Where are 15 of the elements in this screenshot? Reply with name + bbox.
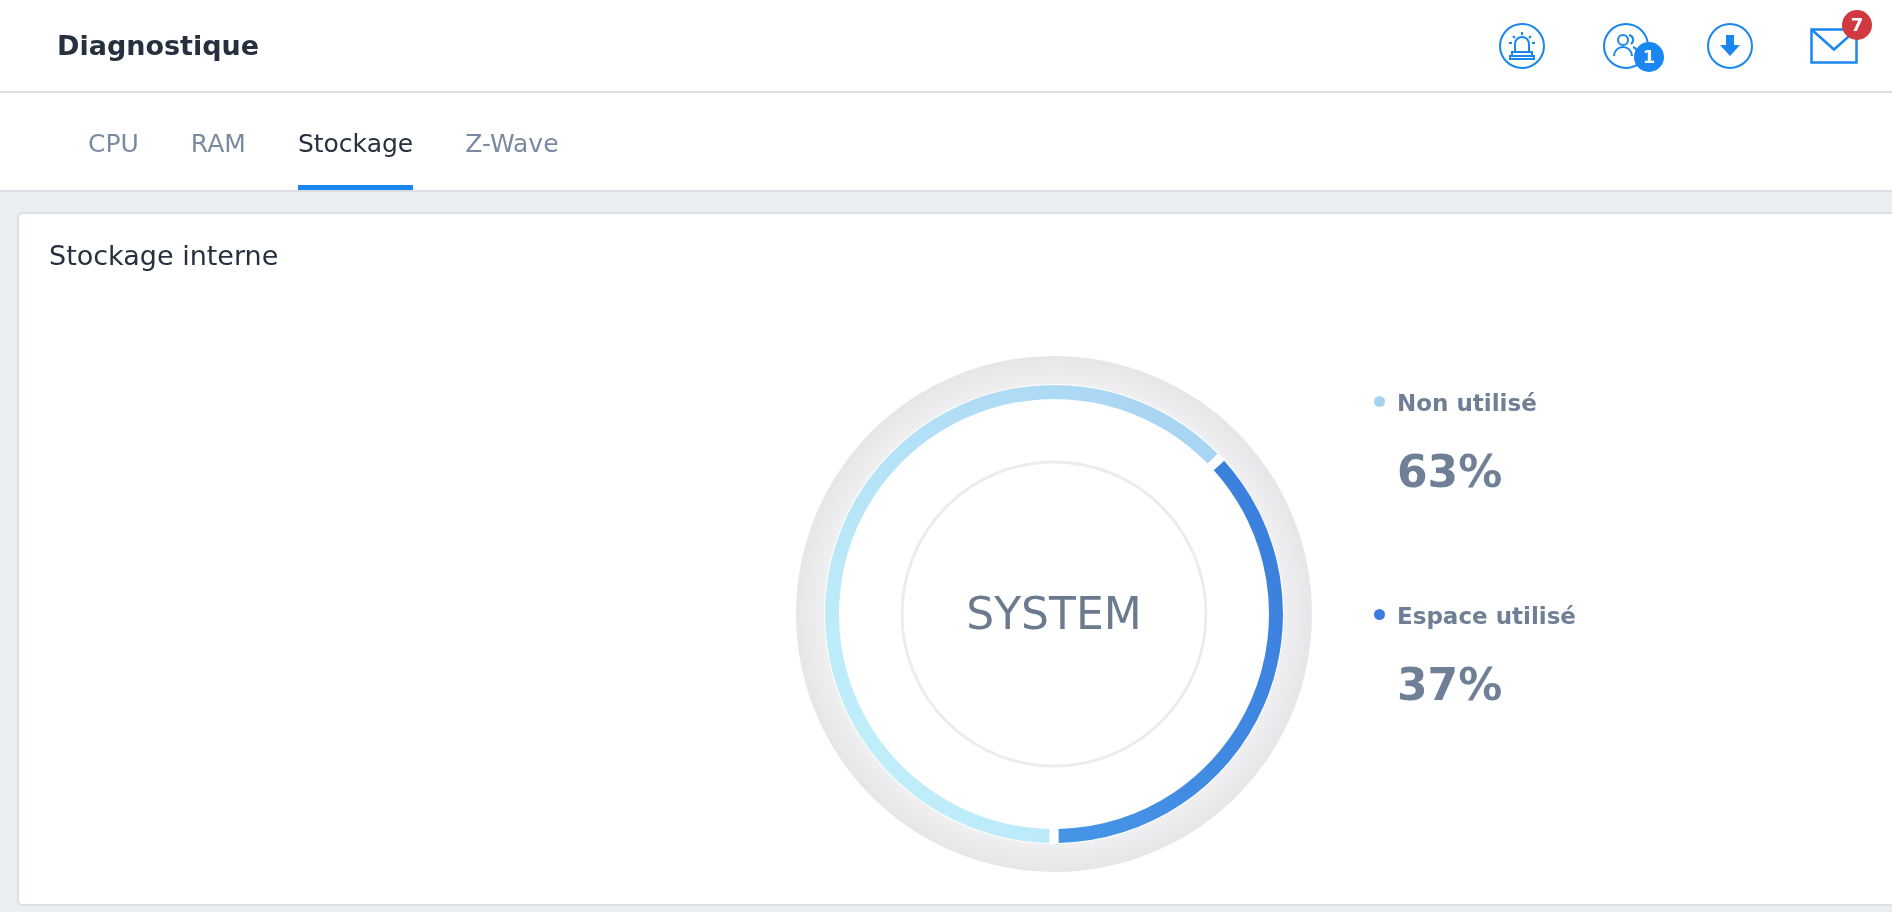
legend-percentage: 63% <box>1396 446 1504 497</box>
tab[interactable]: RAM <box>190 129 246 190</box>
card-title: Stockage interne <box>48 239 280 271</box>
legend-percentage: 37% <box>1396 659 1504 710</box>
tab[interactable]: Z-Wave <box>465 129 559 190</box>
page-title: Diagnostique <box>57 30 260 61</box>
legend-label: Non utilisé <box>1397 390 1537 416</box>
count-badge: 1 <box>1634 41 1664 72</box>
alarm-light-icon[interactable] <box>1498 21 1546 70</box>
tab[interactable]: Stockage <box>297 129 414 190</box>
legend-label: Espace utilisé <box>1397 603 1576 629</box>
download-icon[interactable] <box>1706 21 1754 70</box>
donut-center-label: SYSTEM <box>965 588 1143 639</box>
tab[interactable]: CPU <box>88 129 139 190</box>
count-badge: 7 <box>1842 9 1872 40</box>
